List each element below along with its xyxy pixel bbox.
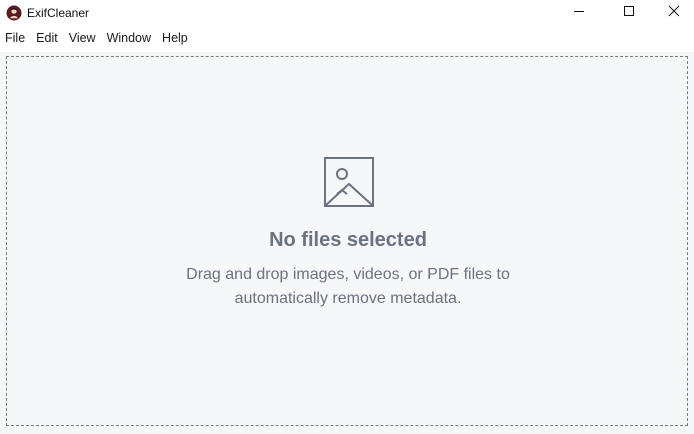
- close-button[interactable]: [651, 0, 694, 26]
- menu-item-file[interactable]: File: [0, 26, 31, 50]
- maximize-icon: [623, 4, 635, 22]
- menu-bar: File Edit View Window Help: [0, 26, 694, 50]
- image-placeholder-icon: [323, 156, 375, 208]
- app-window: ExifCleaner File Edit View Window Help N…: [0, 0, 694, 434]
- close-icon: [668, 4, 680, 22]
- main-content: No files selected Drag and drop images, …: [0, 52, 694, 434]
- file-drop-zone[interactable]: No files selected Drag and drop images, …: [6, 56, 688, 426]
- empty-state-description: Drag and drop images, videos, or PDF fil…: [186, 266, 510, 307]
- menu-item-view[interactable]: View: [64, 26, 102, 50]
- menu-item-help[interactable]: Help: [157, 26, 194, 50]
- menu-item-window[interactable]: Window: [102, 26, 157, 50]
- empty-state-title: No files selected: [269, 229, 427, 251]
- menu-item-edit[interactable]: Edit: [31, 26, 64, 50]
- title-bar[interactable]: ExifCleaner: [0, 0, 694, 26]
- minimize-icon: [573, 4, 585, 22]
- maximize-button[interactable]: [606, 0, 652, 26]
- exifcleaner-logo-icon: [6, 5, 22, 21]
- minimize-button[interactable]: [556, 0, 602, 26]
- window-title: ExifCleaner: [27, 6, 90, 20]
